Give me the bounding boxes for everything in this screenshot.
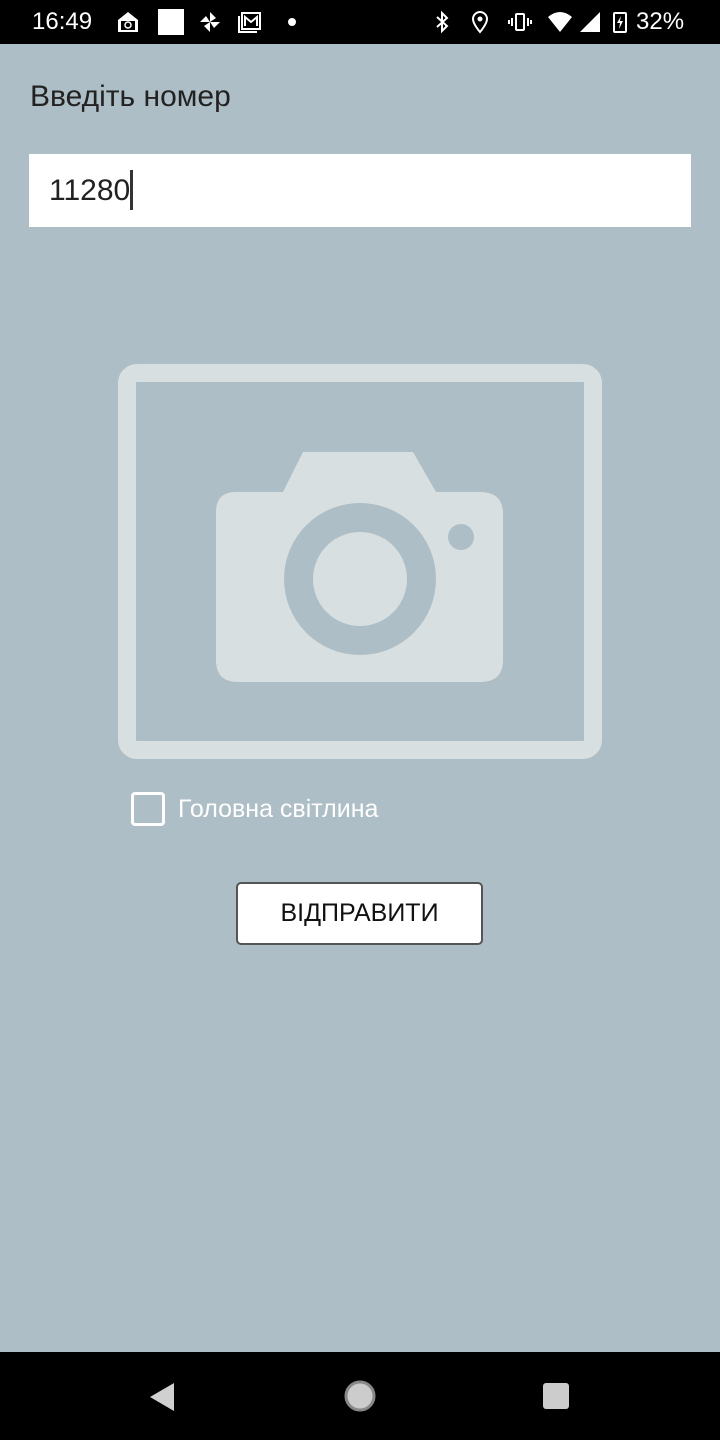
bluetooth-icon [436,10,449,34]
photo-app-icon [118,12,138,32]
gmail-icon [238,12,261,33]
square-icon [158,9,184,35]
camera-placeholder-icon[interactable] [118,364,602,759]
status-bar: 16:49 32% [0,0,720,44]
main-photo-checkbox-label[interactable]: Головна світлина [178,795,378,824]
number-input[interactable]: 11280 [29,154,691,227]
location-icon [471,11,489,34]
vibrate-icon [508,13,532,31]
number-label: Введіть номер [30,80,231,113]
battery-charging-icon [613,12,627,33]
number-value: 11280 [49,174,131,207]
dot-icon [288,18,296,26]
battery-percent: 32% [636,8,685,35]
submit-button[interactable]: ВІДПРАВИТИ [236,882,483,945]
pinwheel-icon [200,12,220,32]
wifi-icon [548,12,572,32]
navigation-bar [0,1352,720,1440]
main-photo-checkbox[interactable] [131,792,165,826]
recents-icon[interactable] [542,1382,570,1410]
signal-icon [580,12,600,32]
status-time: 16:49 [32,8,93,35]
home-icon[interactable] [343,1379,377,1413]
back-icon[interactable] [148,1382,176,1412]
text-caret [130,170,134,210]
